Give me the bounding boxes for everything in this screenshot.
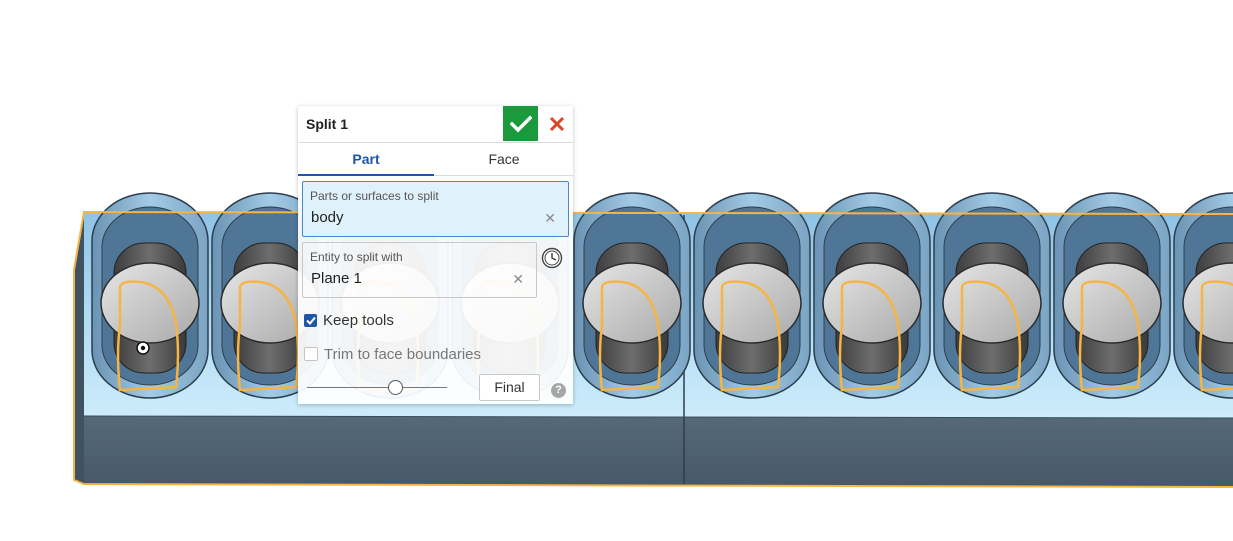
split-feature-dialog: Split 1 Part Face Parts or surfaces to s…: [298, 106, 573, 404]
help-icon[interactable]: ?: [551, 383, 566, 398]
final-button[interactable]: Final: [479, 374, 540, 401]
parts-to-split-value: body: [311, 209, 344, 226]
dialog-title: Split 1: [306, 116, 349, 132]
checkbox-checked-icon: [304, 313, 317, 327]
3d-viewport[interactable]: [0, 0, 1233, 541]
entity-to-split-with-label: Entity to split with: [310, 250, 403, 264]
checkmark-icon: [509, 115, 532, 132]
close-icon: [549, 116, 564, 131]
slider-thumb[interactable]: [388, 380, 403, 395]
cancel-button[interactable]: [540, 106, 573, 141]
entity-to-split-with-value: Plane 1: [311, 270, 362, 287]
tab-face[interactable]: Face: [435, 143, 573, 174]
body-side-face[interactable]: [84, 416, 1233, 487]
confirm-button[interactable]: [503, 106, 538, 141]
rollback-slider[interactable]: [307, 380, 447, 396]
dialog-header: Split 1: [298, 106, 573, 143]
parts-to-split-field[interactable]: Parts or surfaces to split body ✕: [302, 181, 569, 237]
slider-track: [307, 387, 447, 388]
trim-to-face-boundaries-label: Trim to face boundaries: [324, 345, 482, 363]
entity-to-split-with-field[interactable]: Entity to split with Plane 1 ✕: [302, 242, 537, 298]
tab-part[interactable]: Part: [298, 143, 434, 176]
checkbox-unchecked-icon: [304, 347, 318, 361]
body-end-face[interactable]: [74, 212, 84, 484]
clock-icon[interactable]: [541, 247, 563, 269]
dialog-tabs: Part Face: [298, 143, 573, 176]
clear-parts-icon[interactable]: ✕: [544, 210, 556, 227]
keep-tools-label: Keep tools: [323, 311, 394, 329]
clear-entity-icon[interactable]: ✕: [512, 271, 524, 288]
parts-to-split-label: Parts or surfaces to split: [310, 189, 439, 203]
keep-tools-checkbox[interactable]: Keep tools: [304, 310, 394, 330]
trim-to-face-boundaries-checkbox[interactable]: Trim to face boundaries: [304, 344, 481, 364]
mate-connector-icon[interactable]: [136, 341, 150, 355]
